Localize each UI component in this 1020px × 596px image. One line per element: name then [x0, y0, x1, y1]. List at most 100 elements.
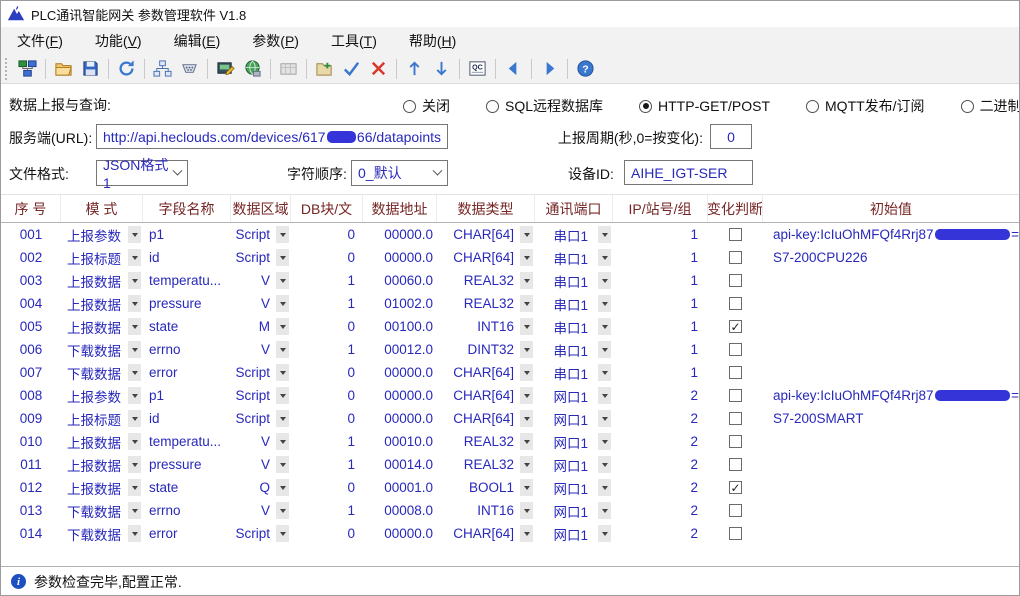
cell-data-address[interactable]: 00000.0: [363, 246, 437, 269]
topology-icon[interactable]: [150, 56, 175, 81]
mode-dropdown-icon[interactable]: [128, 272, 141, 289]
port-dropdown-icon[interactable]: [598, 387, 611, 404]
cell-data-address[interactable]: 00012.0: [363, 338, 437, 361]
cell-mode[interactable]: 上报数据: [61, 292, 143, 315]
mode-dropdown-icon[interactable]: [128, 226, 141, 243]
port-dropdown-icon[interactable]: [598, 341, 611, 358]
port-dropdown-icon[interactable]: [598, 226, 611, 243]
cell-data-type[interactable]: REAL32: [437, 430, 535, 453]
area-dropdown-icon[interactable]: [276, 433, 289, 450]
dtype-dropdown-icon[interactable]: [520, 295, 533, 312]
mode-dropdown-icon[interactable]: [128, 364, 141, 381]
cell-data-address[interactable]: 00008.0: [363, 499, 437, 522]
cell-data-area[interactable]: Script: [231, 522, 291, 545]
dtype-dropdown-icon[interactable]: [520, 341, 533, 358]
prev-icon[interactable]: [501, 56, 526, 81]
file-format-select[interactable]: JSON格式1: [96, 157, 188, 191]
cell-comm-port[interactable]: 网口1: [535, 407, 613, 430]
cell-comm-port[interactable]: 串口1: [535, 223, 613, 246]
area-dropdown-icon[interactable]: [276, 479, 289, 496]
cell-db-block[interactable]: 0: [291, 315, 363, 338]
cell-db-block[interactable]: 0: [291, 223, 363, 246]
menu-item-5[interactable]: 帮助(H): [397, 28, 468, 54]
mode-dropdown-icon[interactable]: [128, 433, 141, 450]
cell-station[interactable]: 2: [613, 430, 708, 453]
cell-comm-port[interactable]: 网口1: [535, 476, 613, 499]
next-icon[interactable]: [537, 56, 562, 81]
cell-station[interactable]: 2: [613, 522, 708, 545]
cell-db-block[interactable]: 0: [291, 246, 363, 269]
cell-station[interactable]: 2: [613, 407, 708, 430]
report-mode-option-0[interactable]: 关闭: [403, 96, 450, 116]
cell-comm-port[interactable]: 网口1: [535, 430, 613, 453]
mode-dropdown-icon[interactable]: [128, 525, 141, 542]
cell-data-type[interactable]: CHAR[64]: [437, 384, 535, 407]
cell-data-address[interactable]: 00001.0: [363, 476, 437, 499]
cell-field-name[interactable]: error: [143, 522, 231, 545]
mode-dropdown-icon[interactable]: [128, 456, 141, 473]
cell-data-address[interactable]: 00000.0: [363, 361, 437, 384]
cell-field-name[interactable]: pressure: [143, 292, 231, 315]
cell-db-block[interactable]: 0: [291, 384, 363, 407]
qc-code-icon[interactable]: QC: [465, 56, 490, 81]
cell-db-block[interactable]: 0: [291, 407, 363, 430]
cell-initial-value[interactable]: S7-200SMART: [763, 407, 1019, 430]
cell-data-type[interactable]: REAL32: [437, 453, 535, 476]
cell-data-address[interactable]: 01002.0: [363, 292, 437, 315]
cell-mode[interactable]: 下载数据: [61, 499, 143, 522]
area-dropdown-icon[interactable]: [276, 318, 289, 335]
change-detect-checkbox[interactable]: [729, 297, 742, 310]
add-group-icon[interactable]: [312, 56, 337, 81]
cell-mode[interactable]: 上报数据: [61, 453, 143, 476]
port-dropdown-icon[interactable]: [598, 318, 611, 335]
cell-data-address[interactable]: 00000.0: [363, 384, 437, 407]
cell-mode[interactable]: 上报标题: [61, 246, 143, 269]
cell-data-address[interactable]: 00000.0: [363, 407, 437, 430]
dtype-dropdown-icon[interactable]: [520, 364, 533, 381]
cell-data-type[interactable]: REAL32: [437, 269, 535, 292]
cell-mode[interactable]: 下载数据: [61, 361, 143, 384]
port-dropdown-icon[interactable]: [598, 456, 611, 473]
cell-comm-port[interactable]: 串口1: [535, 292, 613, 315]
cell-initial-value[interactable]: [763, 522, 1019, 545]
cell-data-area[interactable]: Script: [231, 223, 291, 246]
cell-data-area[interactable]: M: [231, 315, 291, 338]
change-detect-checkbox[interactable]: [729, 343, 742, 356]
device-id-input[interactable]: AIHE_IGT-SER: [624, 160, 753, 185]
cell-field-name[interactable]: state: [143, 476, 231, 499]
mode-dropdown-icon[interactable]: [128, 341, 141, 358]
cell-data-area[interactable]: Script: [231, 361, 291, 384]
port-dropdown-icon[interactable]: [598, 502, 611, 519]
dtype-dropdown-icon[interactable]: [520, 433, 533, 450]
cell-initial-value[interactable]: api-key:IcIuOhMFQf4Rrj87 =: [763, 384, 1019, 407]
radio-icon[interactable]: [403, 99, 416, 113]
area-dropdown-icon[interactable]: [276, 226, 289, 243]
change-detect-checkbox[interactable]: [729, 389, 742, 402]
cell-data-area[interactable]: Script: [231, 384, 291, 407]
save-icon[interactable]: [78, 56, 103, 81]
cell-mode[interactable]: 上报数据: [61, 269, 143, 292]
cell-comm-port[interactable]: 网口1: [535, 384, 613, 407]
dtype-dropdown-icon[interactable]: [520, 456, 533, 473]
refresh-icon[interactable]: [114, 56, 139, 81]
cell-data-type[interactable]: CHAR[64]: [437, 361, 535, 384]
cell-comm-port[interactable]: 串口1: [535, 338, 613, 361]
byte-order-select[interactable]: 0_默认: [351, 160, 448, 186]
mode-dropdown-icon[interactable]: [128, 249, 141, 266]
cell-field-name[interactable]: temperatu...: [143, 430, 231, 453]
apply-check-icon[interactable]: [339, 56, 364, 81]
area-dropdown-icon[interactable]: [276, 272, 289, 289]
cell-field-name[interactable]: errno: [143, 499, 231, 522]
cell-data-area[interactable]: Script: [231, 407, 291, 430]
change-detect-checkbox[interactable]: [729, 435, 742, 448]
cell-initial-value[interactable]: S7-200CPU226: [763, 246, 1019, 269]
port-dropdown-icon[interactable]: [598, 410, 611, 427]
cell-mode[interactable]: 上报标题: [61, 407, 143, 430]
cell-station[interactable]: 2: [613, 384, 708, 407]
cell-data-type[interactable]: CHAR[64]: [437, 522, 535, 545]
report-mode-option-1[interactable]: SQL远程数据库: [486, 96, 603, 116]
area-dropdown-icon[interactable]: [276, 249, 289, 266]
cell-initial-value[interactable]: [763, 361, 1019, 384]
cell-comm-port[interactable]: 串口1: [535, 246, 613, 269]
cell-station[interactable]: 2: [613, 476, 708, 499]
